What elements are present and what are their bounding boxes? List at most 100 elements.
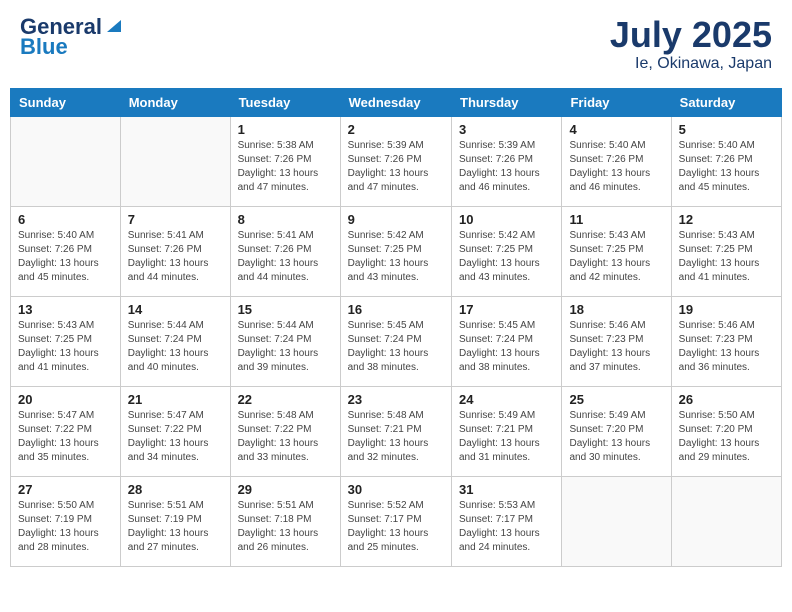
calendar-week-row: 20Sunrise: 5:47 AM Sunset: 7:22 PM Dayli…: [11, 386, 782, 476]
header-tuesday: Tuesday: [230, 88, 340, 116]
day-detail: Sunrise: 5:41 AM Sunset: 7:26 PM Dayligh…: [238, 229, 333, 285]
table-row: 16Sunrise: 5:45 AM Sunset: 7:24 PM Dayli…: [340, 296, 451, 386]
day-number: 26: [679, 392, 774, 407]
day-number: 3: [459, 122, 554, 137]
table-row: 21 Sunrise: 5:47 AM Sunset: 7:22 PM Dayli…: [120, 386, 230, 476]
day-number: 12: [679, 212, 774, 227]
day-detail: Sunrise: 5:52 AM Sunset: 7:17 PM Dayligh…: [348, 499, 444, 555]
table-row: [11, 116, 121, 206]
table-row: 18 Sunrise: 5:46 AM Sunset: 7:23 PM Dayli…: [562, 296, 671, 386]
day-number: 10: [459, 212, 554, 227]
table-row: [120, 116, 230, 206]
day-number: 9: [348, 212, 444, 227]
calendar-week-row: 13 Sunrise: 5:43 AM Sunset: 7:25 PM Dayli…: [11, 296, 782, 386]
day-detail: Sunrise: 5:42 AM Sunset: 7:25 PM Dayligh…: [459, 229, 554, 285]
calendar-week-row: 27Sunrise: 5:50 AM Sunset: 7:19 PM Dayli…: [11, 476, 782, 566]
day-detail: Sunrise: 5:39 AM Sunset: 7:26 PM Dayligh…: [348, 139, 444, 195]
day-number: 22: [238, 392, 333, 407]
table-row: 2 Sunrise: 5:39 AM Sunset: 7:26 PM Daylig…: [340, 116, 451, 206]
day-detail: Sunrise: 5:39 AM Sunset: 7:26 PM Dayligh…: [459, 139, 554, 195]
day-detail: Sunrise: 5:42 AM Sunset: 7:25 PM Dayligh…: [348, 229, 444, 285]
table-row: 22 Sunrise: 5:48 AM Sunset: 7:22 PM Dayli…: [230, 386, 340, 476]
day-detail: Sunrise: 5:45 AM Sunset: 7:24 PM Dayligh…: [459, 319, 554, 375]
calendar-week-row: 1 Sunrise: 5:38 AM Sunset: 7:26 PM Daylig…: [11, 116, 782, 206]
table-row: 3 Sunrise: 5:39 AM Sunset: 7:26 PM Daylig…: [452, 116, 562, 206]
table-row: 30 Sunrise: 5:52 AM Sunset: 7:17 PM Dayli…: [340, 476, 451, 566]
table-row: 17Sunrise: 5:45 AM Sunset: 7:24 PM Dayli…: [452, 296, 562, 386]
day-detail: Sunrise: 5:48 AM Sunset: 7:21 PM Dayligh…: [348, 409, 444, 465]
day-number: 18: [569, 302, 663, 317]
table-row: 14Sunrise: 5:44 AM Sunset: 7:24 PM Dayli…: [120, 296, 230, 386]
table-row: 4Sunrise: 5:40 AM Sunset: 7:26 PM Daylig…: [562, 116, 671, 206]
day-number: 23: [348, 392, 444, 407]
day-detail: Sunrise: 5:41 AM Sunset: 7:26 PM Dayligh…: [128, 229, 223, 285]
calendar-table: Sunday Monday Tuesday Wednesday Thursday…: [10, 88, 782, 567]
table-row: 10 Sunrise: 5:42 AM Sunset: 7:25 PM Dayli…: [452, 206, 562, 296]
day-detail: Sunrise: 5:46 AM Sunset: 7:23 PM Dayligh…: [569, 319, 663, 375]
table-row: 25 Sunrise: 5:49 AM Sunset: 7:20 PM Dayli…: [562, 386, 671, 476]
header-saturday: Saturday: [671, 88, 781, 116]
day-number: 6: [18, 212, 113, 227]
table-row: 15 Sunrise: 5:44 AM Sunset: 7:24 PM Dayli…: [230, 296, 340, 386]
table-row: 8 Sunrise: 5:41 AM Sunset: 7:26 PM Daylig…: [230, 206, 340, 296]
table-row: 11 Sunrise: 5:43 AM Sunset: 7:25 PM Dayli…: [562, 206, 671, 296]
day-number: 7: [128, 212, 223, 227]
table-row: 28Sunrise: 5:51 AM Sunset: 7:19 PM Dayli…: [120, 476, 230, 566]
day-number: 16: [348, 302, 444, 317]
logo-blue: Blue: [20, 35, 68, 59]
table-row: 26 Sunrise: 5:50 AM Sunset: 7:20 PM Dayli…: [671, 386, 781, 476]
day-number: 2: [348, 122, 444, 137]
calendar-week-row: 6 Sunrise: 5:40 AM Sunset: 7:26 PM Daylig…: [11, 206, 782, 296]
location: Ie, Okinawa, Japan: [610, 55, 772, 73]
day-number: 27: [18, 482, 113, 497]
day-detail: Sunrise: 5:38 AM Sunset: 7:26 PM Dayligh…: [238, 139, 333, 195]
month-title: July 2025: [610, 15, 772, 55]
day-detail: Sunrise: 5:47 AM Sunset: 7:22 PM Dayligh…: [18, 409, 113, 465]
day-detail: Sunrise: 5:44 AM Sunset: 7:24 PM Dayligh…: [238, 319, 333, 375]
logo: General Blue: [20, 15, 121, 59]
title-area: July 2025 Ie, Okinawa, Japan: [610, 15, 772, 73]
day-number: 13: [18, 302, 113, 317]
table-row: 5Sunrise: 5:40 AM Sunset: 7:26 PM Daylig…: [671, 116, 781, 206]
table-row: 27Sunrise: 5:50 AM Sunset: 7:19 PM Dayli…: [11, 476, 121, 566]
logo-triangle-icon: [103, 16, 121, 34]
table-row: 31 Sunrise: 5:53 AM Sunset: 7:17 PM Dayli…: [452, 476, 562, 566]
day-detail: Sunrise: 5:48 AM Sunset: 7:22 PM Dayligh…: [238, 409, 333, 465]
table-row: 1 Sunrise: 5:38 AM Sunset: 7:26 PM Daylig…: [230, 116, 340, 206]
day-detail: Sunrise: 5:51 AM Sunset: 7:18 PM Dayligh…: [238, 499, 333, 555]
day-number: 31: [459, 482, 554, 497]
day-number: 11: [569, 212, 663, 227]
day-detail: Sunrise: 5:40 AM Sunset: 7:26 PM Dayligh…: [18, 229, 113, 285]
table-row: 23 Sunrise: 5:48 AM Sunset: 7:21 PM Dayli…: [340, 386, 451, 476]
day-detail: Sunrise: 5:44 AM Sunset: 7:24 PM Dayligh…: [128, 319, 223, 375]
day-detail: Sunrise: 5:49 AM Sunset: 7:21 PM Dayligh…: [459, 409, 554, 465]
day-number: 1: [238, 122, 333, 137]
day-number: 15: [238, 302, 333, 317]
day-number: 29: [238, 482, 333, 497]
header-wednesday: Wednesday: [340, 88, 451, 116]
day-detail: Sunrise: 5:53 AM Sunset: 7:17 PM Dayligh…: [459, 499, 554, 555]
day-number: 21: [128, 392, 223, 407]
table-row: 7 Sunrise: 5:41 AM Sunset: 7:26 PM Daylig…: [120, 206, 230, 296]
day-number: 5: [679, 122, 774, 137]
day-detail: Sunrise: 5:47 AM Sunset: 7:22 PM Dayligh…: [128, 409, 223, 465]
day-number: 8: [238, 212, 333, 227]
day-number: 24: [459, 392, 554, 407]
table-row: 24 Sunrise: 5:49 AM Sunset: 7:21 PM Dayli…: [452, 386, 562, 476]
table-row: 9 Sunrise: 5:42 AM Sunset: 7:25 PM Daylig…: [340, 206, 451, 296]
day-detail: Sunrise: 5:43 AM Sunset: 7:25 PM Dayligh…: [18, 319, 113, 375]
table-row: 19Sunrise: 5:46 AM Sunset: 7:23 PM Dayli…: [671, 296, 781, 386]
table-row: 6 Sunrise: 5:40 AM Sunset: 7:26 PM Daylig…: [11, 206, 121, 296]
day-detail: Sunrise: 5:46 AM Sunset: 7:23 PM Dayligh…: [679, 319, 774, 375]
day-number: 30: [348, 482, 444, 497]
table-row: [562, 476, 671, 566]
day-detail: Sunrise: 5:40 AM Sunset: 7:26 PM Dayligh…: [569, 139, 663, 195]
day-detail: Sunrise: 5:49 AM Sunset: 7:20 PM Dayligh…: [569, 409, 663, 465]
day-detail: Sunrise: 5:50 AM Sunset: 7:20 PM Dayligh…: [679, 409, 774, 465]
header-sunday: Sunday: [11, 88, 121, 116]
header-thursday: Thursday: [452, 88, 562, 116]
day-detail: Sunrise: 5:43 AM Sunset: 7:25 PM Dayligh…: [569, 229, 663, 285]
header-friday: Friday: [562, 88, 671, 116]
day-number: 28: [128, 482, 223, 497]
day-number: 25: [569, 392, 663, 407]
